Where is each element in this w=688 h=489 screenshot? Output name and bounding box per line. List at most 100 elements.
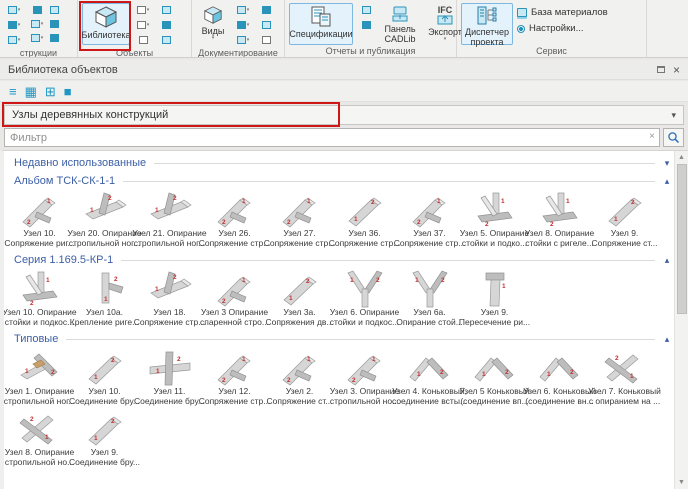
- construction-tool-button[interactable]: [4, 3, 24, 17]
- small-grid-view-icon[interactable]: ▦: [25, 85, 37, 98]
- library-item[interactable]: 21Узел 3. Опираниестропильной но...: [332, 349, 397, 406]
- library-item[interactable]: 12Узел 6а.Опирание стой...: [397, 270, 462, 327]
- scrollbar-thumb[interactable]: [677, 164, 687, 314]
- item-label-line2: Сопряжение стр...: [329, 239, 401, 249]
- construction-tool-button[interactable]: [44, 17, 64, 31]
- library-item[interactable]: 12Узел 21. Опираниестропильной ног...: [137, 191, 202, 248]
- object-tool-button[interactable]: [133, 33, 153, 47]
- views-button[interactable]: Виды ▾: [196, 3, 230, 45]
- section-header[interactable]: Серия 1.169.5-КР-1▴: [14, 251, 672, 269]
- library-item[interactable]: 12Узел 4. Коньковый,соединение всты...: [397, 349, 462, 406]
- panel-title: Библиотека объектов: [8, 64, 118, 76]
- object-tool-button[interactable]: [156, 33, 176, 47]
- library-item[interactable]: 21Узел 37.Сопряжение стр...: [397, 191, 462, 248]
- library-button[interactable]: Библиотека: [82, 3, 130, 45]
- item-label-line2: Соединение бру...: [134, 397, 205, 407]
- library-item[interactable]: 12Узел 6. Опираниестойки и подкос...: [332, 270, 397, 327]
- item-label-line2: с опиранием на ...: [589, 397, 660, 407]
- project-manager-icon: [477, 6, 497, 27]
- construction-tool-button[interactable]: [44, 3, 64, 17]
- documentation-tool-button[interactable]: [233, 33, 253, 47]
- library-item[interactable]: 12Узел 10а.Крепление риге...: [72, 270, 137, 327]
- documentation-tool-button[interactable]: [256, 3, 276, 17]
- library-item[interactable]: 12Узел 11.Соединение бру...: [137, 349, 202, 406]
- section-header[interactable]: Альбом ТСК-СК-1-1 ▴: [14, 172, 672, 190]
- svg-text:1: 1: [350, 277, 354, 284]
- svg-text:1: 1: [94, 374, 98, 381]
- library-item[interactable]: 12Узел 7. Коньковыйс опиранием на ...: [592, 349, 657, 406]
- construction-tool-button[interactable]: [4, 33, 24, 47]
- search-button[interactable]: [663, 128, 684, 147]
- specifications-button-label: Спецификации: [289, 29, 352, 39]
- svg-text:2: 2: [287, 219, 291, 226]
- documentation-tool-button[interactable]: [256, 33, 276, 47]
- large-grid-view-icon[interactable]: ■: [64, 85, 72, 98]
- filter-input[interactable]: [4, 128, 660, 147]
- section-title: Альбом ТСК-СК-1-1: [14, 175, 115, 187]
- rafter-corner-joint-thumbnail: 12: [18, 349, 62, 387]
- library-item[interactable]: 21Узел 26.Сопряжение стр...: [202, 191, 267, 248]
- specifications-button[interactable]: Спецификации: [289, 3, 353, 45]
- section-header[interactable]: Недавно использованные▾: [14, 154, 672, 172]
- construction-tool-button[interactable]: [44, 31, 64, 45]
- item-label-line2: Сопряжение стр...: [394, 239, 466, 249]
- medium-grid-view-icon[interactable]: ⊞: [45, 85, 56, 98]
- project-manager-button[interactable]: Диспетчер проекта: [461, 3, 513, 45]
- documentation-tool-button[interactable]: [233, 3, 253, 17]
- library-item[interactable]: 21Узел 12.Сопряжение стр...: [202, 349, 267, 406]
- library-item[interactable]: 12Узел 9.Соединение бру...: [72, 410, 137, 467]
- library-item[interactable]: 21Узел 2.Сопряжение ст...: [267, 349, 332, 406]
- library-item[interactable]: 21Узел 27.Сопряжение стр...: [267, 191, 332, 248]
- chevron-up-icon[interactable]: ▴: [662, 334, 672, 345]
- clear-filter-icon[interactable]: ×: [649, 131, 655, 142]
- library-item[interactable]: 12Узел 8. Опираниестойки с ригеле...: [527, 191, 592, 248]
- object-tool-button[interactable]: [156, 18, 176, 32]
- library-item[interactable]: 12Узел 3а.Сопряжения дв...: [267, 270, 332, 327]
- settings-button[interactable]: Настройки...: [516, 21, 609, 36]
- library-item[interactable]: 1Узел 9.Пересечение ри...: [462, 270, 527, 327]
- library-item[interactable]: 12Узел 10.Соединение бру...: [72, 349, 137, 406]
- documentation-tool-button[interactable]: [233, 18, 253, 32]
- dock-panel-icon[interactable]: [657, 66, 665, 73]
- library-item[interactable]: 12Узел 10. Опираниестойки и подкос...: [7, 270, 72, 327]
- library-item[interactable]: 12Узел 5 Коньковый(соединение вп...: [462, 349, 527, 406]
- library-item[interactable]: 21Узел 10.Сопряжение риг...: [7, 191, 72, 248]
- close-icon[interactable]: ×: [673, 65, 680, 75]
- cadlib-panel-button[interactable]: Панель CADLib: [379, 3, 421, 45]
- chevron-up-icon[interactable]: ▴: [662, 255, 672, 266]
- item-label-line2: Пересечение ри...: [459, 318, 530, 328]
- construction-tool-button[interactable]: [4, 18, 24, 32]
- documentation-tool-button[interactable]: [256, 18, 276, 32]
- construction-icon: [50, 20, 59, 28]
- vertical-scrollbar[interactable]: ▲ ▼: [674, 151, 688, 489]
- category-dropdown[interactable]: Узлы деревянных конструкций ▾: [4, 105, 684, 125]
- object-tool-button[interactable]: [133, 3, 153, 17]
- item-label-line2: соединение всты...: [392, 397, 467, 407]
- report-tool-button[interactable]: [356, 18, 376, 32]
- group-label-objects: Объекты: [78, 47, 191, 57]
- library-item[interactable]: 12Узел 18.Сопряжение стр...: [137, 270, 202, 327]
- materials-db-button[interactable]: База материалов: [516, 5, 609, 20]
- library-item[interactable]: 12Узел 9.Сопряжение ст...: [592, 191, 657, 248]
- chevron-up-icon[interactable]: ▴: [662, 176, 672, 187]
- list-view-icon[interactable]: ≡: [9, 85, 17, 98]
- construction-icon: [8, 6, 17, 14]
- section-header[interactable]: Типовые▴: [14, 330, 672, 348]
- library-item[interactable]: 12Узел 1. Опираниестропильной ног...: [7, 349, 72, 406]
- construction-icon: [8, 36, 17, 44]
- tee-joint-thumbnail: 12: [148, 270, 192, 308]
- library-item[interactable]: 12Узел 5. Опираниестойки и подко...: [462, 191, 527, 248]
- scroll-up-icon[interactable]: ▲: [678, 151, 685, 164]
- library-item[interactable]: 21Узел 3 Опираниеспаренной стро...: [202, 270, 267, 327]
- chevron-down-icon[interactable]: ▾: [662, 158, 672, 169]
- svg-text:2: 2: [222, 298, 226, 305]
- object-tool-button[interactable]: [156, 3, 176, 17]
- report-tool-button[interactable]: [356, 3, 376, 17]
- library-item[interactable]: 12Узел 8. Опираниестропильной но...: [7, 410, 72, 467]
- object-tool-button[interactable]: [133, 18, 153, 32]
- library-item[interactable]: 12Узел 36.Сопряжение стр...: [332, 191, 397, 248]
- library-item[interactable]: 12Узел 20. Опираниестропильной ног...: [72, 191, 137, 248]
- ridge-joint-thumbnail: 12: [473, 349, 517, 387]
- scroll-down-icon[interactable]: ▼: [678, 476, 685, 489]
- library-item[interactable]: 12Узел 6. Коньковый(соединение вн...: [527, 349, 592, 406]
